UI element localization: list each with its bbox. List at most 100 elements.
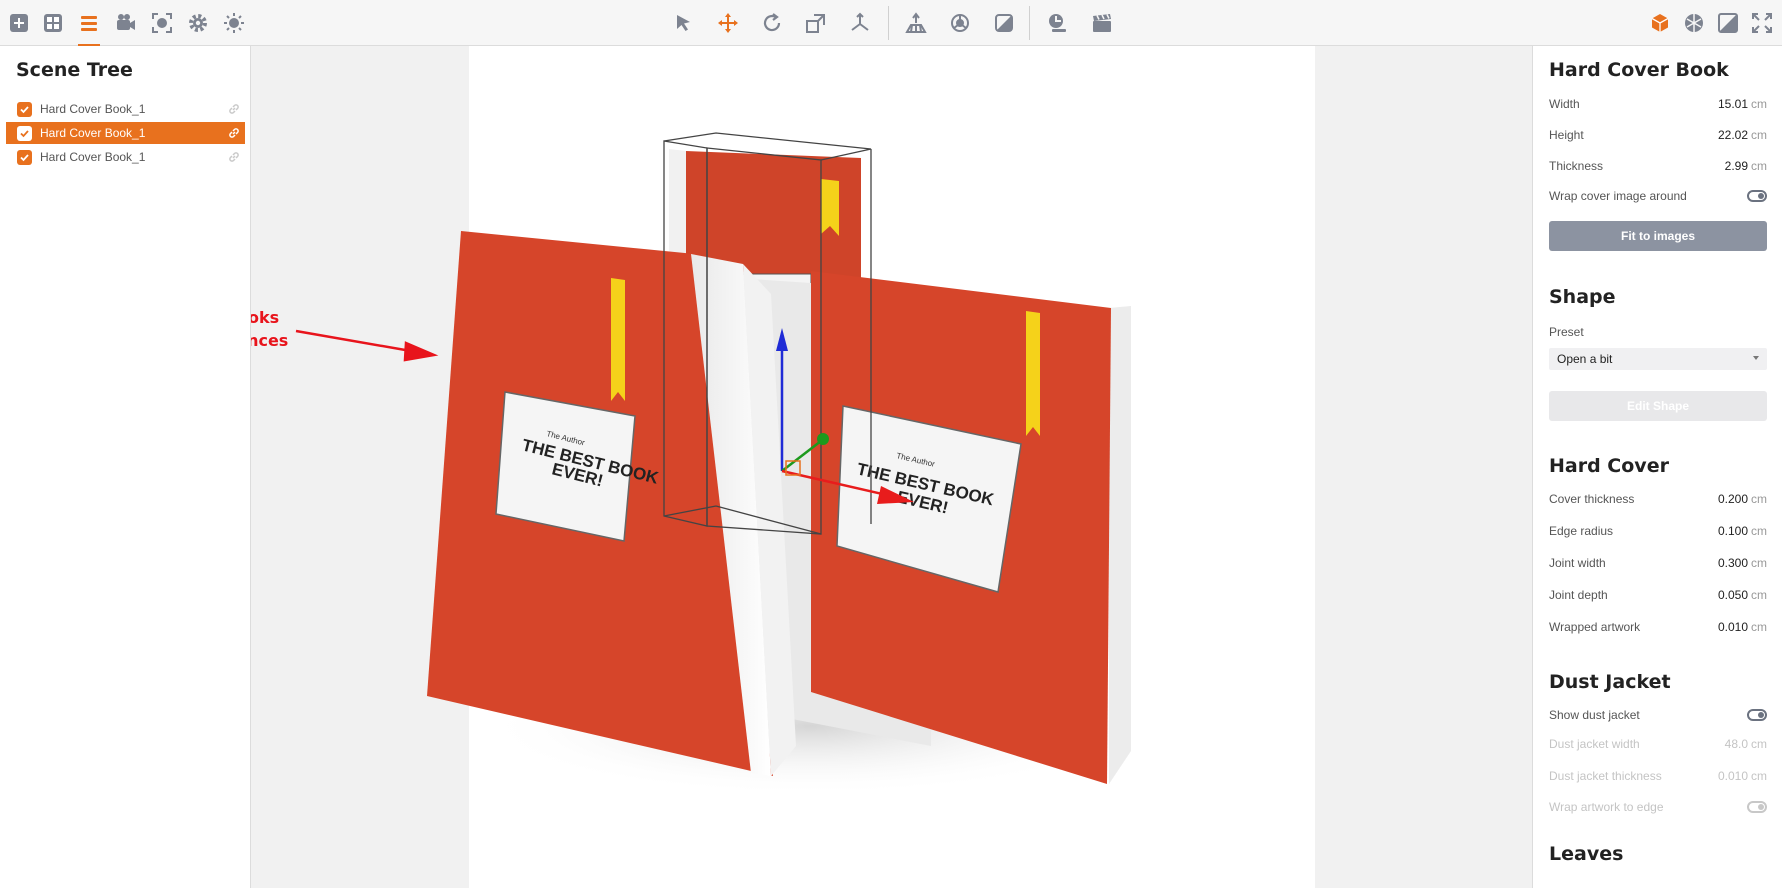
edge-radius-label: Edge radius — [1549, 524, 1614, 538]
tree-item-selected[interactable]: Hard Cover Book_1 — [6, 122, 245, 144]
visibility-checkbox[interactable] — [17, 125, 32, 141]
width-value[interactable]: 15.01 cm — [1718, 97, 1767, 111]
grid-icon[interactable] — [39, 9, 67, 37]
clapper-icon[interactable] — [1088, 9, 1116, 37]
width-number: 15.01 — [1717, 97, 1748, 111]
link-icon[interactable] — [227, 102, 241, 116]
height-row[interactable]: Height 22.02 cm — [1549, 125, 1767, 145]
height-number: 22.02 — [1717, 128, 1748, 142]
joint-width-unit: cm — [1751, 556, 1767, 570]
list-icon[interactable] — [75, 9, 103, 46]
wrap-cover-toggle[interactable] — [1747, 190, 1767, 202]
camera-icon[interactable] — [112, 9, 140, 37]
show-dust-jacket-label: Show dust jacket — [1549, 708, 1640, 722]
dust-jacket-width-row: Dust jacket width 48.0 cm — [1549, 734, 1767, 754]
panel-icon[interactable] — [1714, 9, 1742, 37]
thickness-row[interactable]: Thickness 2.99 cm — [1549, 156, 1767, 176]
dust-jacket-title: Dust Jacket — [1549, 671, 1671, 693]
tree-item-label: Hard Cover Book_1 — [40, 150, 146, 164]
focus-icon[interactable] — [148, 9, 176, 37]
edge-radius-row[interactable]: Edge radius 0.100 cm — [1549, 521, 1767, 541]
dust-jacket-width-unit: cm — [1751, 737, 1767, 751]
edge-radius-number: 0.100 — [1717, 524, 1748, 538]
joint-depth-number: 0.050 — [1717, 588, 1748, 602]
visibility-checkbox[interactable] — [17, 101, 32, 117]
move-icon[interactable] — [714, 9, 742, 37]
cube-icon[interactable] — [1646, 9, 1674, 37]
chevron-down-icon — [1753, 356, 1759, 360]
ribbon-right — [1026, 311, 1040, 436]
thickness-unit: cm — [1751, 159, 1767, 173]
ground-icon[interactable] — [902, 9, 930, 37]
joint-depth-unit: cm — [1751, 588, 1767, 602]
dust-jacket-thickness-value: 0.010 cm — [1718, 769, 1767, 783]
wrapped-artwork-number: 0.010 — [1717, 620, 1748, 634]
axes-icon[interactable] — [846, 9, 874, 37]
ribbon-left — [611, 278, 625, 401]
wrap-cover-row: Wrap cover image around — [1549, 186, 1767, 206]
leaves-title: Leaves — [1549, 843, 1624, 865]
select-arrow-icon[interactable] — [670, 9, 698, 37]
tree-item[interactable]: Hard Cover Book_1 — [6, 146, 245, 168]
preset-label: Preset — [1549, 325, 1584, 339]
preset-select[interactable]: Open a bit — [1549, 348, 1767, 370]
thickness-number: 2.99 — [1724, 159, 1748, 173]
cover-thickness-row[interactable]: Cover thickness 0.200 cm — [1549, 489, 1767, 509]
sphere-icon[interactable] — [1680, 9, 1708, 37]
rotate-icon[interactable] — [758, 9, 786, 37]
annotation-text: All these books are the instances — [251, 306, 308, 352]
tree-item[interactable]: Hard Cover Book_1 — [6, 98, 245, 120]
scene-tree-panel: Scene Tree Hard Cover Book_1 Hard Cover … — [0, 46, 251, 888]
edit-shape-button[interactable]: Edit Shape — [1549, 391, 1767, 421]
show-dust-jacket-toggle[interactable] — [1747, 709, 1767, 721]
fullscreen-icon[interactable] — [1748, 9, 1776, 37]
show-dust-jacket-row: Show dust jacket — [1549, 705, 1767, 725]
thickness-value[interactable]: 2.99 cm — [1725, 159, 1767, 173]
visibility-checkbox[interactable] — [17, 149, 32, 165]
wrap-artwork-label: Wrap artwork to edge — [1549, 800, 1664, 814]
joint-width-row[interactable]: Joint width 0.300 cm — [1549, 553, 1767, 573]
gear-icon[interactable] — [184, 9, 212, 37]
joint-depth-label: Joint depth — [1549, 588, 1608, 602]
object-title: Hard Cover Book — [1549, 59, 1729, 81]
wrapped-artwork-unit: cm — [1751, 620, 1767, 634]
height-label: Height — [1549, 128, 1584, 142]
toolbar-separator — [1029, 6, 1030, 40]
cover-thickness-number: 0.200 — [1717, 492, 1748, 506]
joint-depth-row[interactable]: Joint depth 0.050 cm — [1549, 585, 1767, 605]
gizmo-z-handle[interactable] — [817, 433, 829, 445]
link-icon[interactable] — [227, 126, 241, 140]
light-icon[interactable] — [220, 9, 248, 37]
link-icon[interactable] — [227, 150, 241, 164]
wrapped-artwork-label: Wrapped artwork — [1549, 620, 1641, 634]
edge-radius-value[interactable]: 0.100 cm — [1718, 524, 1767, 538]
width-unit: cm — [1751, 97, 1767, 111]
joint-width-number: 0.300 — [1717, 556, 1748, 570]
width-row[interactable]: Width 15.01 cm — [1549, 94, 1767, 114]
dust-jacket-thickness-unit: cm — [1751, 769, 1767, 783]
render-icon[interactable] — [1044, 9, 1072, 37]
dust-jacket-width-label: Dust jacket width — [1549, 737, 1640, 751]
wrap-artwork-row: Wrap artwork to edge — [1549, 797, 1767, 817]
annotation-line-2: are the instances — [251, 331, 289, 350]
orbit-icon[interactable] — [946, 9, 974, 37]
wrapped-artwork-value[interactable]: 0.010 cm — [1718, 620, 1767, 634]
dust-jacket-thickness-label: Dust jacket thickness — [1549, 769, 1662, 783]
cover-thickness-value[interactable]: 0.200 cm — [1718, 492, 1767, 506]
tree-item-label: Hard Cover Book_1 — [40, 102, 146, 116]
scale-icon[interactable] — [802, 9, 830, 37]
add-icon[interactable] — [5, 9, 33, 37]
dust-jacket-width-number: 48.0 — [1724, 737, 1748, 751]
wrapped-artwork-row[interactable]: Wrapped artwork 0.010 cm — [1549, 617, 1767, 637]
shape-title: Shape — [1549, 286, 1616, 308]
preset-value: Open a bit — [1557, 352, 1613, 366]
joint-width-value[interactable]: 0.300 cm — [1718, 556, 1767, 570]
dust-jacket-width-value: 48.0 cm — [1725, 737, 1767, 751]
material-icon[interactable] — [990, 9, 1018, 37]
3d-viewport[interactable]: BEST B EVER! THE BEST BOOK EVER! The Aut… — [251, 46, 1532, 888]
hard-cover-title: Hard Cover — [1549, 455, 1669, 477]
thickness-label: Thickness — [1549, 159, 1604, 173]
height-value[interactable]: 22.02 cm — [1718, 128, 1767, 142]
fit-to-images-button[interactable]: Fit to images — [1549, 221, 1767, 251]
joint-depth-value[interactable]: 0.050 cm — [1718, 588, 1767, 602]
